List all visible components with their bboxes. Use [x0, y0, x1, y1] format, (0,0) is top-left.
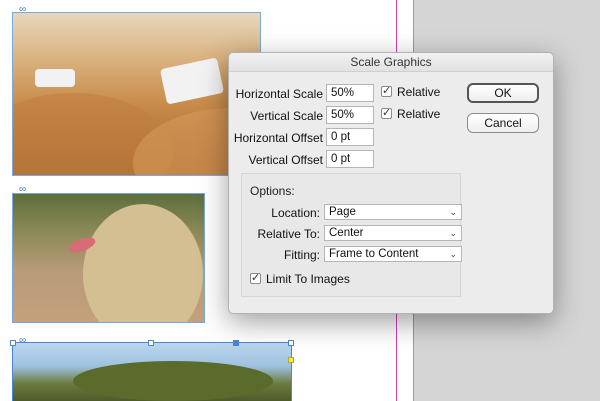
horizontal-scale-field[interactable]: 50% — [326, 84, 374, 102]
fitting-select[interactable]: Frame to Content ⌄ — [324, 246, 462, 262]
lioness-image[interactable] — [12, 193, 205, 323]
anchor-handle[interactable] — [233, 340, 239, 346]
limit-to-images-label: Limit To Images — [266, 272, 350, 286]
acacia-canopy — [73, 361, 273, 401]
lioness-body — [83, 204, 203, 322]
chevron-down-icon: ⌄ — [449, 207, 457, 217]
vertical-relative-checkbox[interactable] — [381, 106, 392, 119]
vertical-relative-label: Relative — [397, 107, 441, 121]
corner-option-handle[interactable] — [288, 357, 294, 363]
vertical-scale-label: Vertical Scale — [250, 109, 323, 123]
scale-graphics-dialog: Scale Graphics Horizontal Scale 50% Rela… — [228, 52, 554, 314]
vertical-offset-label: Vertical Offset — [248, 153, 323, 167]
white-suv — [35, 69, 75, 87]
dialog-title: Scale Graphics — [229, 53, 553, 72]
chevron-down-icon: ⌄ — [449, 249, 457, 259]
vertical-offset-field[interactable]: 0 pt — [326, 150, 374, 168]
white-suv — [159, 57, 225, 105]
cancel-button[interactable]: Cancel — [467, 113, 539, 133]
horizontal-relative-checkbox[interactable] — [381, 84, 392, 97]
link-icon[interactable]: ∞ — [19, 5, 31, 15]
fitting-label: Fitting: — [283, 248, 320, 262]
horizontal-relative-label: Relative — [397, 85, 441, 99]
options-group: Options: Location: Page ⌄ Relative To: C… — [241, 173, 462, 297]
limit-to-images-checkbox[interactable] — [250, 271, 261, 284]
resize-handle[interactable] — [148, 340, 154, 346]
acacia-tree-image[interactable] — [12, 342, 292, 401]
horizontal-offset-label: Horizontal Offset — [233, 131, 323, 145]
relative-to-value: Center — [329, 227, 364, 239]
resize-handle[interactable] — [10, 340, 16, 346]
link-icon[interactable]: ∞ — [19, 185, 31, 195]
location-value: Page — [329, 206, 356, 218]
chevron-down-icon: ⌄ — [449, 228, 457, 238]
vertical-scale-field[interactable]: 50% — [326, 106, 374, 124]
horizontal-scale-label: Horizontal Scale — [235, 87, 323, 101]
location-label: Location: — [271, 206, 320, 220]
resize-handle[interactable] — [288, 340, 294, 346]
horizontal-offset-field[interactable]: 0 pt — [326, 128, 374, 146]
relative-to-label: Relative To: — [257, 227, 320, 241]
ok-button[interactable]: OK — [467, 83, 539, 103]
relative-to-select[interactable]: Center ⌄ — [324, 225, 462, 241]
desert-safari-image[interactable] — [12, 12, 261, 176]
options-heading: Options: — [250, 184, 295, 198]
fitting-value: Frame to Content — [329, 248, 419, 260]
location-select[interactable]: Page ⌄ — [324, 204, 462, 220]
